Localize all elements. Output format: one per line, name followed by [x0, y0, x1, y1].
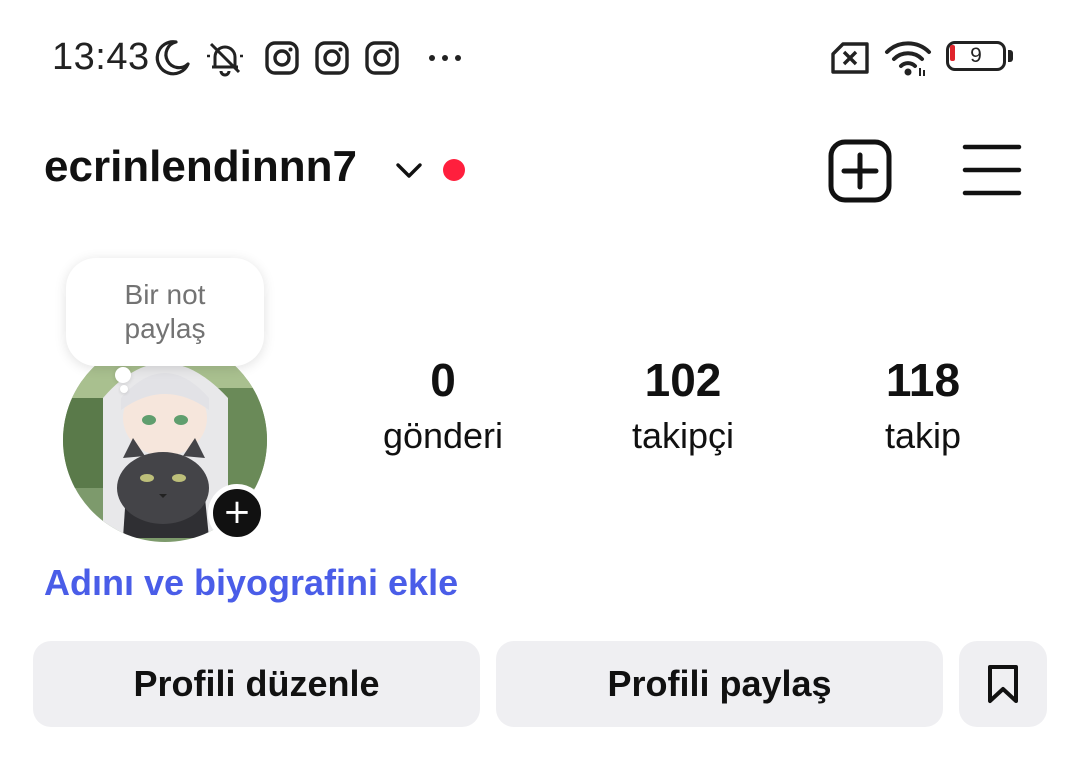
status-time: 13:43: [52, 36, 150, 78]
note-bubble-tail-small: [120, 385, 128, 393]
stat-followers-value: 102: [644, 354, 722, 406]
stat-followers-label: takipçi: [631, 415, 735, 456]
note-bubble[interactable]: Bir not paylaş: [66, 258, 264, 366]
stat-posts[interactable]: 0 gönderi: [333, 352, 553, 462]
note-bubble-tail: [115, 367, 131, 383]
stat-followers[interactable]: 102 takipçi: [573, 352, 793, 462]
chevron-down-icon[interactable]: [393, 157, 425, 185]
add-bio-link[interactable]: Adını ve biyografini ekle: [44, 562, 458, 604]
battery-indicator: 9: [946, 41, 1016, 75]
battery-level: 9: [970, 44, 982, 67]
hamburger-menu-icon: [962, 144, 1022, 196]
notification-dot: [443, 159, 465, 181]
add-story-button[interactable]: +: [208, 484, 266, 542]
bell-muted-icon: [205, 38, 245, 78]
stat-following[interactable]: 118 takip: [813, 352, 1033, 462]
account-username[interactable]: ecrinlendinnn7: [44, 142, 357, 192]
instagram-icon: [262, 38, 302, 78]
note-text: Bir not paylaş: [124, 279, 206, 344]
share-profile-label: Profili paylaş: [607, 663, 832, 704]
bookmark-icon: [988, 665, 1018, 703]
add-square-icon: [828, 139, 892, 203]
stat-following-label: takip: [884, 415, 962, 456]
moon-icon: [152, 38, 192, 78]
stat-following-value: 118: [885, 354, 961, 406]
instagram-icon: [362, 38, 402, 78]
wifi-icon: [884, 38, 932, 78]
stat-posts-value: 0: [430, 354, 456, 406]
stat-posts-label: gönderi: [382, 415, 504, 456]
status-bar: 13:43 9: [0, 0, 1080, 110]
more-dots-icon: [425, 38, 465, 78]
share-profile-button[interactable]: Profili paylaş: [496, 641, 943, 727]
instagram-icon: [312, 38, 352, 78]
edit-profile-label: Profili düzenle: [133, 663, 380, 704]
saved-button[interactable]: [959, 641, 1047, 727]
menu-button[interactable]: [962, 140, 1022, 200]
sim-none-icon: [829, 38, 871, 78]
create-button[interactable]: [827, 138, 893, 204]
edit-profile-button[interactable]: Profili düzenle: [33, 641, 480, 727]
